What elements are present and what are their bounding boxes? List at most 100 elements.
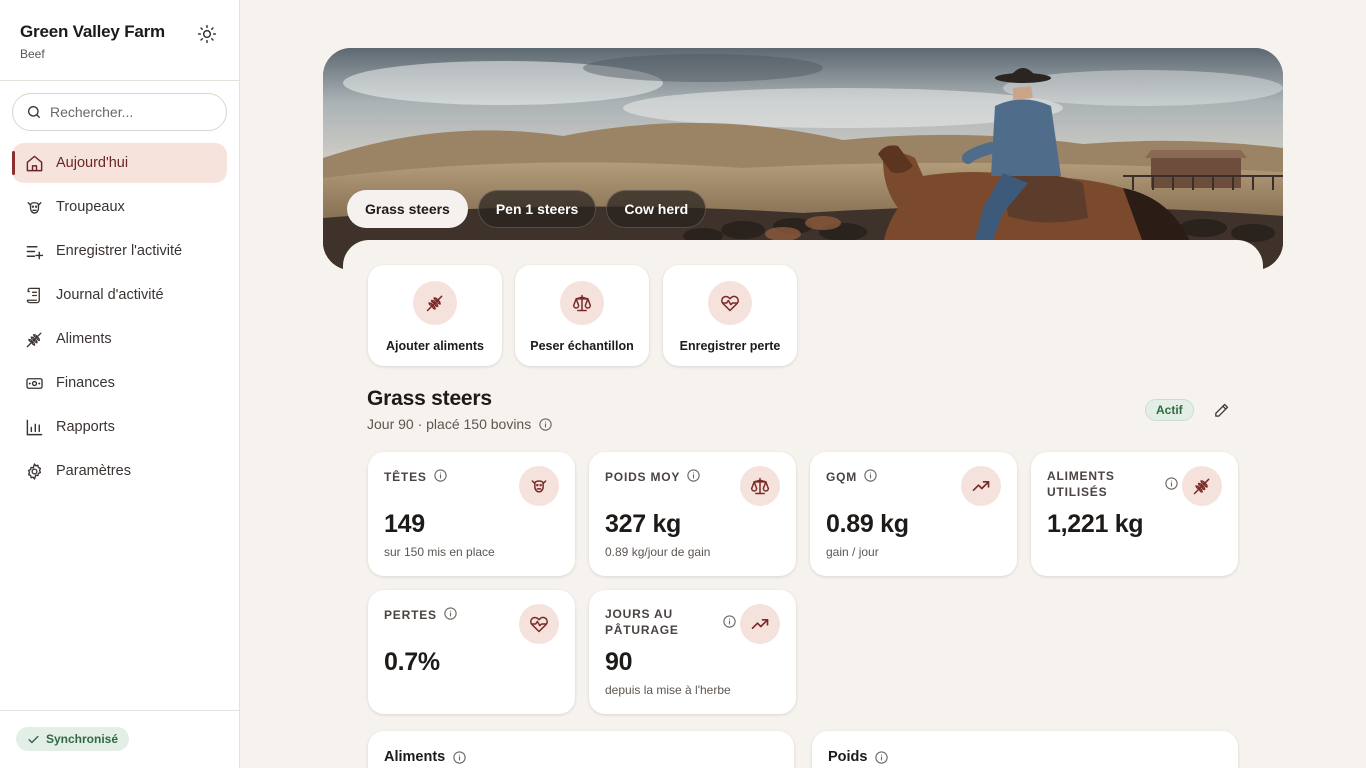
quick-action-label: Enregistrer perte xyxy=(679,339,781,353)
bar-chart-icon xyxy=(24,417,44,437)
sidebar-item-finances[interactable]: Finances xyxy=(12,363,227,403)
stat-card-heads: Têtes 149 sur 150 mis en place xyxy=(368,452,575,576)
stat-label: GQM xyxy=(826,468,878,487)
stat-card-adg: GQM 0.89 kg gain / jour xyxy=(810,452,1017,576)
sidebar-item-feeds[interactable]: Aliments xyxy=(12,319,227,359)
cow-icon xyxy=(24,197,44,217)
sidebar-item-activity-log[interactable]: Journal d'activité xyxy=(12,275,227,315)
add-feed-button[interactable]: Ajouter aliments xyxy=(368,265,502,366)
group-title: Grass steers xyxy=(367,387,492,410)
record-loss-button[interactable]: Enregistrer perte xyxy=(663,265,797,366)
trending-up-icon xyxy=(961,466,1001,506)
wheat-icon xyxy=(24,329,44,349)
group-subtitle: Jour 90 · placé 150 bovins xyxy=(367,416,532,432)
info-icon[interactable] xyxy=(863,468,878,487)
stat-label-text: GQM xyxy=(826,470,858,484)
stat-note: 0.89 kg/jour de gain xyxy=(605,545,711,559)
ranch-landscape-image xyxy=(323,48,1283,270)
home-icon xyxy=(24,153,44,173)
stat-label: Aliments utilisés xyxy=(1047,469,1115,499)
farm-type: Beef xyxy=(20,47,45,61)
stat-card-days-grazing: Jours au pâturage 90 depuis la mise à l'… xyxy=(589,590,796,714)
search-icon xyxy=(28,106,40,118)
info-icon[interactable] xyxy=(722,614,737,634)
card-title: Aliments xyxy=(384,749,446,765)
feeds-card: Aliments xyxy=(368,731,794,768)
gear-icon xyxy=(24,461,44,481)
edit-group-button[interactable] xyxy=(1211,400,1231,420)
info-icon[interactable] xyxy=(433,468,448,487)
card-title-row: Poids xyxy=(828,749,889,765)
sidebar-item-label: Rapports xyxy=(56,419,115,435)
pencil-icon xyxy=(1214,403,1228,417)
sidebar-item-label: Troupeaux xyxy=(56,199,125,215)
tab-grass-steers[interactable]: Grass steers xyxy=(347,190,468,228)
info-icon[interactable] xyxy=(1164,476,1179,496)
stat-value: 149 xyxy=(384,510,425,538)
sidebar-item-label: Journal d'activité xyxy=(56,287,164,303)
stat-label: Jours au pâturage xyxy=(605,607,679,637)
sidebar-item-label: Enregistrer l'activité xyxy=(56,243,183,259)
stat-label: Poids moy xyxy=(605,468,701,487)
quick-action-icon-wrap xyxy=(413,281,457,325)
weigh-sample-button[interactable]: Peser échantillon xyxy=(515,265,649,366)
sidebar-item-today[interactable]: Aujourd'hui xyxy=(12,143,227,183)
stat-value: 0.7% xyxy=(384,648,440,676)
stat-card-feed-used: Aliments utilisés 1,221 kg xyxy=(1031,452,1238,576)
tab-pen-1-steers[interactable]: Pen 1 steers xyxy=(477,190,597,228)
info-icon[interactable] xyxy=(452,750,467,765)
card-title-row: Aliments xyxy=(384,749,467,765)
info-icon[interactable] xyxy=(538,417,553,432)
scale-icon xyxy=(572,294,592,312)
sidebar: Green Valley Farm Beef Aujourd'hui Troup… xyxy=(0,0,240,768)
quick-action-label: Peser échantillon xyxy=(530,339,634,353)
search-box[interactable] xyxy=(12,93,227,131)
info-icon[interactable] xyxy=(686,468,701,487)
stat-label-text: Têtes xyxy=(384,470,427,484)
list-plus-icon xyxy=(24,241,44,261)
wheat-icon xyxy=(1182,466,1222,506)
sidebar-item-settings[interactable]: Paramètres xyxy=(12,451,227,491)
stat-card-losses: Pertes 0.7% xyxy=(368,590,575,714)
stat-label-text: Pertes xyxy=(384,608,437,622)
stat-label: Pertes xyxy=(384,606,458,625)
hero-banner: Grass steers Pen 1 steers Cow herd xyxy=(323,48,1283,270)
card-title: Poids xyxy=(828,749,868,765)
info-icon[interactable] xyxy=(443,606,458,625)
info-icon[interactable] xyxy=(874,750,889,765)
stat-note: gain / jour xyxy=(826,545,879,559)
wheat-icon xyxy=(426,295,443,312)
farm-name: Green Valley Farm xyxy=(20,22,165,41)
stat-value: 0.89 kg xyxy=(826,510,909,538)
sync-status-label: Synchronisé xyxy=(46,732,119,746)
search-input[interactable] xyxy=(50,104,210,120)
cow-icon xyxy=(519,466,559,506)
stat-note: sur 150 mis en place xyxy=(384,545,495,559)
herd-tabs: Grass steers Pen 1 steers Cow herd xyxy=(347,190,716,228)
stat-label: Têtes xyxy=(384,468,448,487)
tab-cow-herd[interactable]: Cow herd xyxy=(606,190,707,228)
stat-note: depuis la mise à l'herbe xyxy=(605,683,731,697)
check-icon xyxy=(27,733,40,746)
sidebar-item-record-activity[interactable]: Enregistrer l'activité xyxy=(12,231,227,271)
stat-label-text: Poids moy xyxy=(605,470,681,484)
scroll-icon xyxy=(24,285,44,305)
stat-value: 90 xyxy=(605,648,633,676)
sidebar-item-label: Paramètres xyxy=(56,463,131,479)
heart-pulse-icon xyxy=(519,604,559,644)
sun-icon xyxy=(197,24,217,44)
group-subtitle-row: Jour 90 · placé 150 bovins xyxy=(367,416,553,432)
sidebar-item-label: Aujourd'hui xyxy=(56,155,129,171)
sidebar-item-herds[interactable]: Troupeaux xyxy=(12,187,227,227)
sidebar-bottom-divider xyxy=(0,710,239,711)
status-badge: Actif xyxy=(1145,399,1194,421)
sidebar-item-label: Finances xyxy=(56,375,115,391)
stat-value: 327 kg xyxy=(605,510,682,538)
stat-card-avg-weight: Poids moy 327 kg 0.89 kg/jour de gain xyxy=(589,452,796,576)
brand: Green Valley Farm Beef xyxy=(20,22,165,61)
sidebar-item-reports[interactable]: Rapports xyxy=(12,407,227,447)
theme-toggle-button[interactable] xyxy=(196,23,218,45)
scale-icon xyxy=(740,466,780,506)
trending-up-icon xyxy=(740,604,780,644)
quick-action-label: Ajouter aliments xyxy=(386,339,484,353)
